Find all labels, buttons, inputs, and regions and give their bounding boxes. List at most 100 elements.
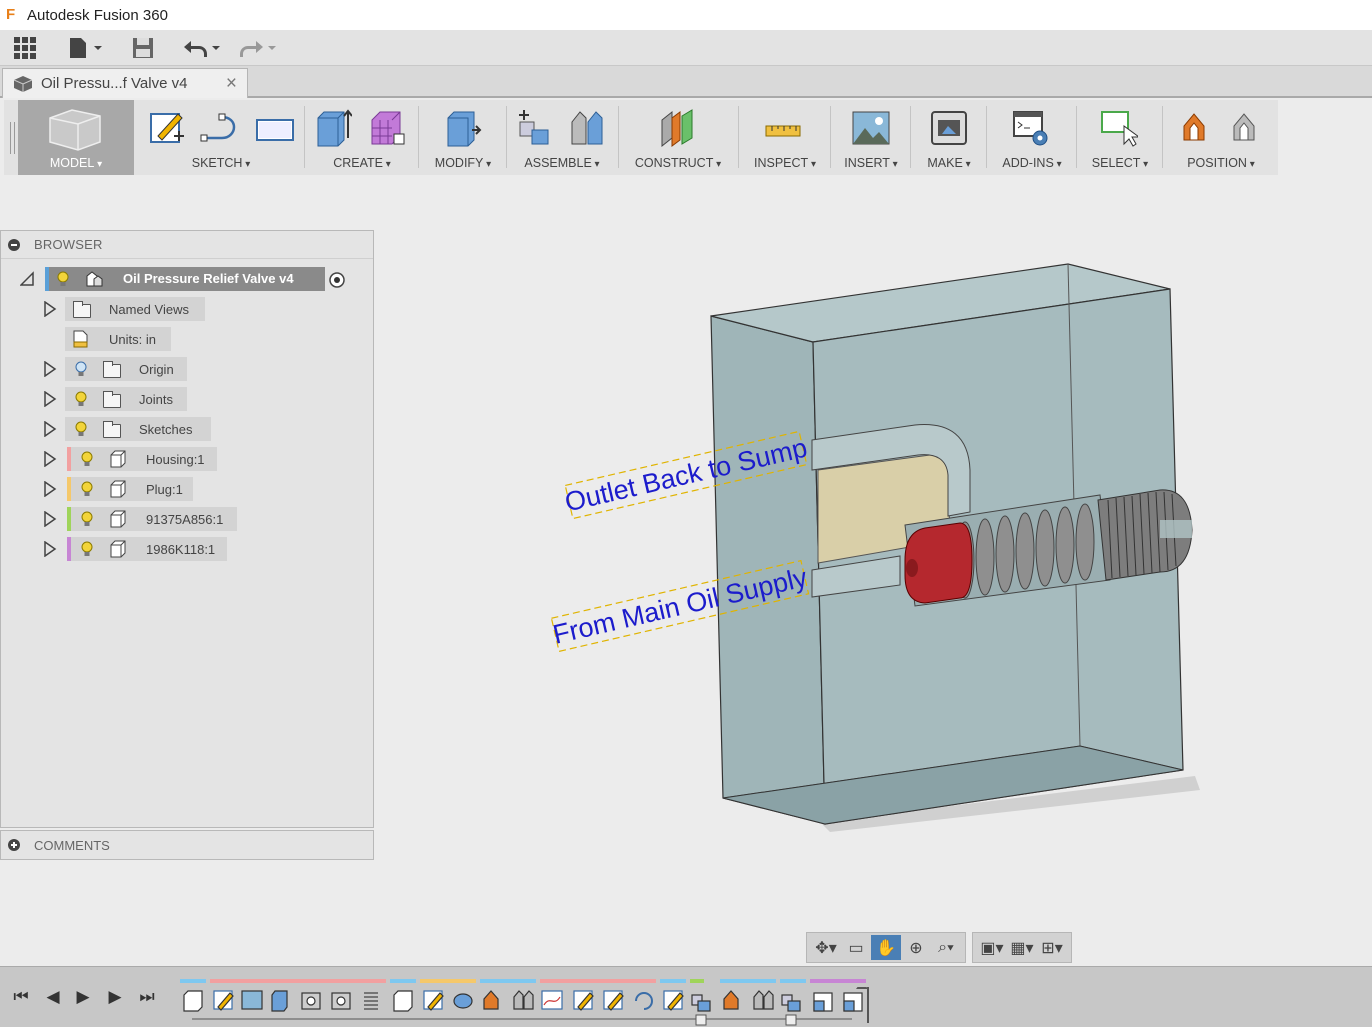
browser-item-1986k118[interactable]: 1986K118:1 <box>1 537 373 561</box>
visibility-bulb-icon[interactable] <box>81 451 93 467</box>
canvas-viewport[interactable]: Outlet Back to Sump From Main Oil Supply <box>380 180 1372 960</box>
form-icon[interactable] <box>368 108 406 148</box>
select-menu[interactable]: SELECT <box>1078 100 1162 175</box>
timeline-group-expand-icon[interactable] <box>785 1014 797 1026</box>
expand-triangle-icon[interactable] <box>43 541 57 557</box>
browser-item-origin[interactable]: Origin <box>1 357 373 381</box>
timeline-sketch-icon[interactable] <box>663 990 684 1011</box>
go-to-start-icon[interactable]: ⏮ <box>10 987 32 1007</box>
timeline-extrude-icon[interactable] <box>271 990 288 1012</box>
create-menu[interactable]: CREATE <box>306 100 418 175</box>
expand-icon[interactable] <box>8 839 20 851</box>
timeline-new-component-icon[interactable] <box>691 994 711 1012</box>
timeline-position-icon[interactable] <box>483 990 499 1010</box>
expand-triangle-icon[interactable] <box>43 361 57 377</box>
timeline-joint-icon[interactable] <box>513 990 534 1010</box>
pan-icon[interactable]: ✋ <box>871 935 901 960</box>
timeline-component-icon[interactable] <box>183 990 203 1012</box>
orbit-icon[interactable]: ✥▾ <box>811 935 841 960</box>
step-forward-icon[interactable]: ▶ <box>104 987 126 1007</box>
timeline-sketch-icon[interactable] <box>573 990 594 1011</box>
toolbar-grip[interactable] <box>10 122 15 154</box>
timeline-coil-icon[interactable] <box>364 992 378 1010</box>
app-grid-icon[interactable] <box>14 36 36 60</box>
modify-menu[interactable]: MODIFY <box>420 100 506 175</box>
visibility-bulb-off-icon[interactable] <box>75 361 87 377</box>
expand-triangle-icon[interactable] <box>43 421 57 437</box>
timeline-component-icon[interactable] <box>393 990 413 1012</box>
revert-position-icon[interactable] <box>1228 108 1266 148</box>
timeline-position-icon[interactable] <box>723 990 739 1010</box>
timeline-joint-icon[interactable] <box>753 990 774 1010</box>
grid-settings-icon[interactable]: ▦▾ <box>1007 935 1037 960</box>
timeline-revolve-icon[interactable] <box>453 993 473 1009</box>
construct-menu[interactable]: CONSTRUCT <box>620 100 736 175</box>
collapse-triangle-icon[interactable] <box>20 271 34 287</box>
viewports-icon[interactable]: ⊞▾ <box>1037 935 1067 960</box>
browser-item-named-views[interactable]: Named Views <box>1 297 373 321</box>
browser-item-plug[interactable]: Plug:1 <box>1 477 373 501</box>
expand-triangle-icon[interactable] <box>43 451 57 467</box>
browser-header[interactable]: BROWSER <box>1 231 373 259</box>
fit-icon[interactable]: ⌕▾ <box>931 935 961 960</box>
offset-plane-icon[interactable] <box>658 108 696 148</box>
look-at-icon[interactable]: ▭ <box>841 935 871 960</box>
timeline-marker-icon[interactable] <box>856 987 868 989</box>
timeline-sketch-icon[interactable] <box>213 990 234 1011</box>
browser-root-row[interactable]: Oil Pressure Relief Valve v4 <box>1 267 373 291</box>
activate-radio-icon[interactable] <box>329 272 345 288</box>
zoom-icon[interactable]: ⊕ <box>901 935 931 960</box>
step-back-icon[interactable]: ◀ <box>42 987 64 1007</box>
workspace-model-menu[interactable]: MODEL <box>18 100 134 175</box>
position-menu[interactable]: POSITION <box>1164 100 1278 175</box>
visibility-bulb-icon[interactable] <box>57 271 69 287</box>
assemble-menu[interactable]: ASSEMBLE <box>508 100 616 175</box>
select-icon[interactable] <box>1100 108 1138 148</box>
capture-position-icon[interactable] <box>1178 108 1216 148</box>
visibility-bulb-icon[interactable] <box>81 541 93 557</box>
timeline-hole-icon[interactable] <box>331 992 351 1010</box>
redo-icon[interactable] <box>238 36 278 60</box>
play-icon[interactable]: ▶ <box>72 987 94 1007</box>
sketch-menu[interactable]: SKETCH <box>138 100 304 175</box>
timeline-sketch-icon[interactable] <box>603 990 624 1011</box>
file-menu-icon[interactable] <box>68 36 104 60</box>
visibility-bulb-icon[interactable] <box>81 511 93 527</box>
timeline-sketch-icon[interactable] <box>423 990 444 1011</box>
save-icon[interactable] <box>132 36 154 60</box>
expand-triangle-icon[interactable] <box>43 511 57 527</box>
timeline-box-icon[interactable] <box>843 992 863 1012</box>
timeline-box-icon[interactable] <box>813 992 833 1012</box>
press-pull-icon[interactable] <box>444 108 482 148</box>
browser-item-units[interactable]: Units: in <box>1 327 373 351</box>
expand-triangle-icon[interactable] <box>43 301 57 317</box>
display-settings-icon[interactable]: ▣▾ <box>977 935 1007 960</box>
expand-triangle-icon[interactable] <box>43 391 57 407</box>
browser-item-joints[interactable]: Joints <box>1 387 373 411</box>
timeline-sweep-icon[interactable] <box>541 990 563 1010</box>
comments-panel[interactable]: COMMENTS <box>0 830 374 860</box>
go-to-end-icon[interactable]: ⏭ <box>136 987 158 1007</box>
browser-item-91375a856[interactable]: 91375A856:1 <box>1 507 373 531</box>
scripts-addins-icon[interactable] <box>1012 108 1050 148</box>
browser-item-housing[interactable]: Housing:1 <box>1 447 373 471</box>
visibility-bulb-icon[interactable] <box>75 421 87 437</box>
sketch-rectangle-icon[interactable] <box>254 108 296 148</box>
extrude-icon[interactable] <box>314 108 352 148</box>
sketch-line-icon[interactable] <box>200 108 238 148</box>
expand-triangle-icon[interactable] <box>43 481 57 497</box>
undo-icon[interactable] <box>182 36 222 60</box>
inspect-menu[interactable]: INSPECT <box>740 100 830 175</box>
make-menu[interactable]: MAKE <box>912 100 986 175</box>
collapse-icon[interactable] <box>8 238 20 251</box>
timeline-revolve-icon[interactable] <box>635 992 653 1010</box>
close-tab-icon[interactable]: × <box>226 73 237 95</box>
visibility-bulb-icon[interactable] <box>81 481 93 497</box>
measure-icon[interactable] <box>764 108 802 148</box>
3d-print-icon[interactable] <box>930 108 968 148</box>
timeline-new-component-icon[interactable] <box>781 994 801 1012</box>
create-sketch-icon[interactable] <box>148 108 186 148</box>
add-ins-menu[interactable]: ADD-INS <box>988 100 1076 175</box>
browser-item-sketches[interactable]: Sketches <box>1 417 373 441</box>
timeline-group-expand-icon[interactable] <box>695 1014 707 1026</box>
